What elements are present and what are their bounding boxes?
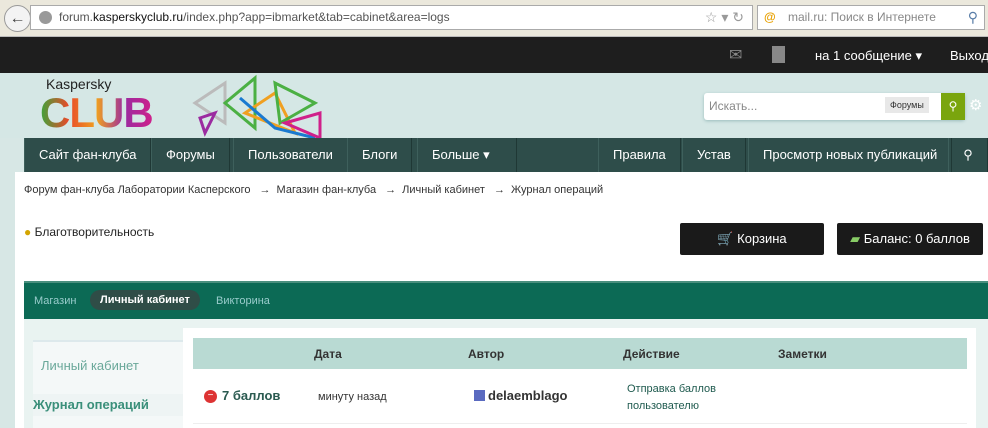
breadcrumb-shop[interactable]: Магазин фан-клуба (277, 184, 377, 196)
browser-toolbar: ← forum.kasperskyclub.ru/index.php?app=i… (0, 0, 988, 37)
breadcrumb-cabinet[interactable]: Личный кабинет (402, 184, 485, 196)
nav-item-forums[interactable]: Форумы (151, 138, 230, 172)
mailru-icon: @ (764, 10, 776, 24)
sidebar-item-logs[interactable]: Журнал операций (33, 394, 183, 416)
search-scope[interactable]: Форумы (885, 97, 929, 113)
date: минуту назад (318, 391, 387, 403)
breadcrumb-logs: Журнал операций (510, 184, 604, 196)
balance-label: Баланс: 0 баллов (863, 231, 970, 246)
nav-item-charter[interactable]: Устав (682, 138, 746, 172)
cart-button[interactable]: 🛒 Корзина (680, 223, 824, 255)
table-header: Дата Автор Действие Заметки (193, 338, 967, 369)
messages-dropdown[interactable]: на 1 сообщение ▾ (815, 48, 922, 64)
col-notes: Заметки (778, 347, 827, 361)
cart-label: Корзина (737, 231, 787, 246)
amount: 7 баллов (222, 388, 281, 403)
nav-item-new-posts[interactable]: Просмотр новых публикаций (748, 138, 953, 172)
cabinet-sidebar: Личный кабинет Журнал операций (33, 340, 183, 428)
nav-item-rules[interactable]: Правила (598, 138, 681, 172)
sidebar-item-cabinet[interactable]: Личный кабинет (41, 358, 139, 373)
shop-tabs: Магазин Личный кабинет Викторина (24, 281, 988, 319)
site-search-input[interactable]: Искать... (709, 99, 757, 113)
table-row: − 7 баллов минуту назад delaemblago Отпр… (193, 370, 967, 424)
address-bar[interactable]: forum.kasperskyclub.ru/index.php?app=ibm… (30, 5, 753, 30)
browser-search-input[interactable]: @ mail.ru: Поиск в Интернете ⚲ (757, 5, 985, 30)
browser-search-placeholder: mail.ru: Поиск в Интернете (788, 10, 936, 24)
charity-link[interactable]: ● Благотворительность (24, 225, 154, 239)
col-action: Действие (623, 347, 680, 361)
messages-label: на 1 сообщение (815, 48, 912, 63)
author-link[interactable]: delaemblago (488, 388, 567, 403)
tab-shop[interactable]: Магазин (34, 295, 76, 307)
breadcrumb: Форум фан-клуба Лаборатории Касперского … (24, 184, 604, 196)
map-pin-icon[interactable]: ⚲ (948, 138, 988, 172)
profile-icon[interactable] (772, 46, 785, 63)
logo-triangles (192, 74, 322, 138)
site-header: Kaspersky CLUB Искать... Форумы ⚲ ⚙ (0, 73, 988, 138)
action-line2: пользователю (627, 400, 699, 412)
tab-cabinet[interactable]: Личный кабинет (90, 290, 200, 310)
logout-link[interactable]: Выход (950, 48, 988, 63)
col-author: Автор (468, 347, 505, 361)
gear-icon[interactable]: ⚙ (969, 96, 982, 114)
balance-button[interactable]: ▰ Баланс: 0 баллов (837, 223, 983, 255)
breadcrumb-forum[interactable]: Форум фан-клуба Лаборатории Касперского (24, 184, 250, 196)
bookmark-star-icon[interactable]: ☆ ▾ ↻ (705, 6, 744, 29)
action-line1: Отправка баллов (627, 383, 716, 395)
magnifier-icon[interactable]: ⚲ (968, 6, 978, 29)
nav-item-fansite[interactable]: Сайт фан-клуба (24, 138, 152, 172)
main-nav: Сайт фан-клуба Форумы Пользователи Блоги… (24, 138, 988, 172)
money-icon: ▰ (850, 231, 861, 246)
envelope-icon[interactable]: ✉ (729, 45, 742, 65)
nav-item-blogs[interactable]: Блоги (347, 138, 413, 172)
site-search: Искать... Форумы ⚲ (704, 93, 965, 120)
col-date: Дата (314, 347, 342, 361)
nav-more-label: Больше (432, 147, 480, 162)
url-path: /index.php?app=ibmarket&tab=cabinet&area… (183, 10, 450, 24)
search-button[interactable]: ⚲ (941, 93, 965, 120)
nav-item-users[interactable]: Пользователи (233, 138, 348, 172)
action: Отправка баллов пользователю (627, 381, 716, 415)
tab-quiz[interactable]: Викторина (216, 295, 270, 307)
logo-club[interactable]: CLUB (40, 89, 154, 137)
charity-label: Благотворительность (34, 225, 155, 239)
cart-icon: 🛒 (717, 231, 734, 246)
user-bar: ✉ на 1 сообщение ▾ Выход (0, 37, 988, 73)
url-pre: forum. (59, 10, 94, 24)
coins-icon: ● (24, 225, 32, 239)
globe-icon (39, 11, 52, 24)
back-button[interactable]: ← (4, 5, 31, 32)
url-domain: kasperskyclub.ru (93, 10, 184, 24)
avatar (474, 390, 485, 401)
minus-icon: − (204, 390, 217, 403)
nav-item-more[interactable]: Больше ▾ (417, 138, 517, 172)
